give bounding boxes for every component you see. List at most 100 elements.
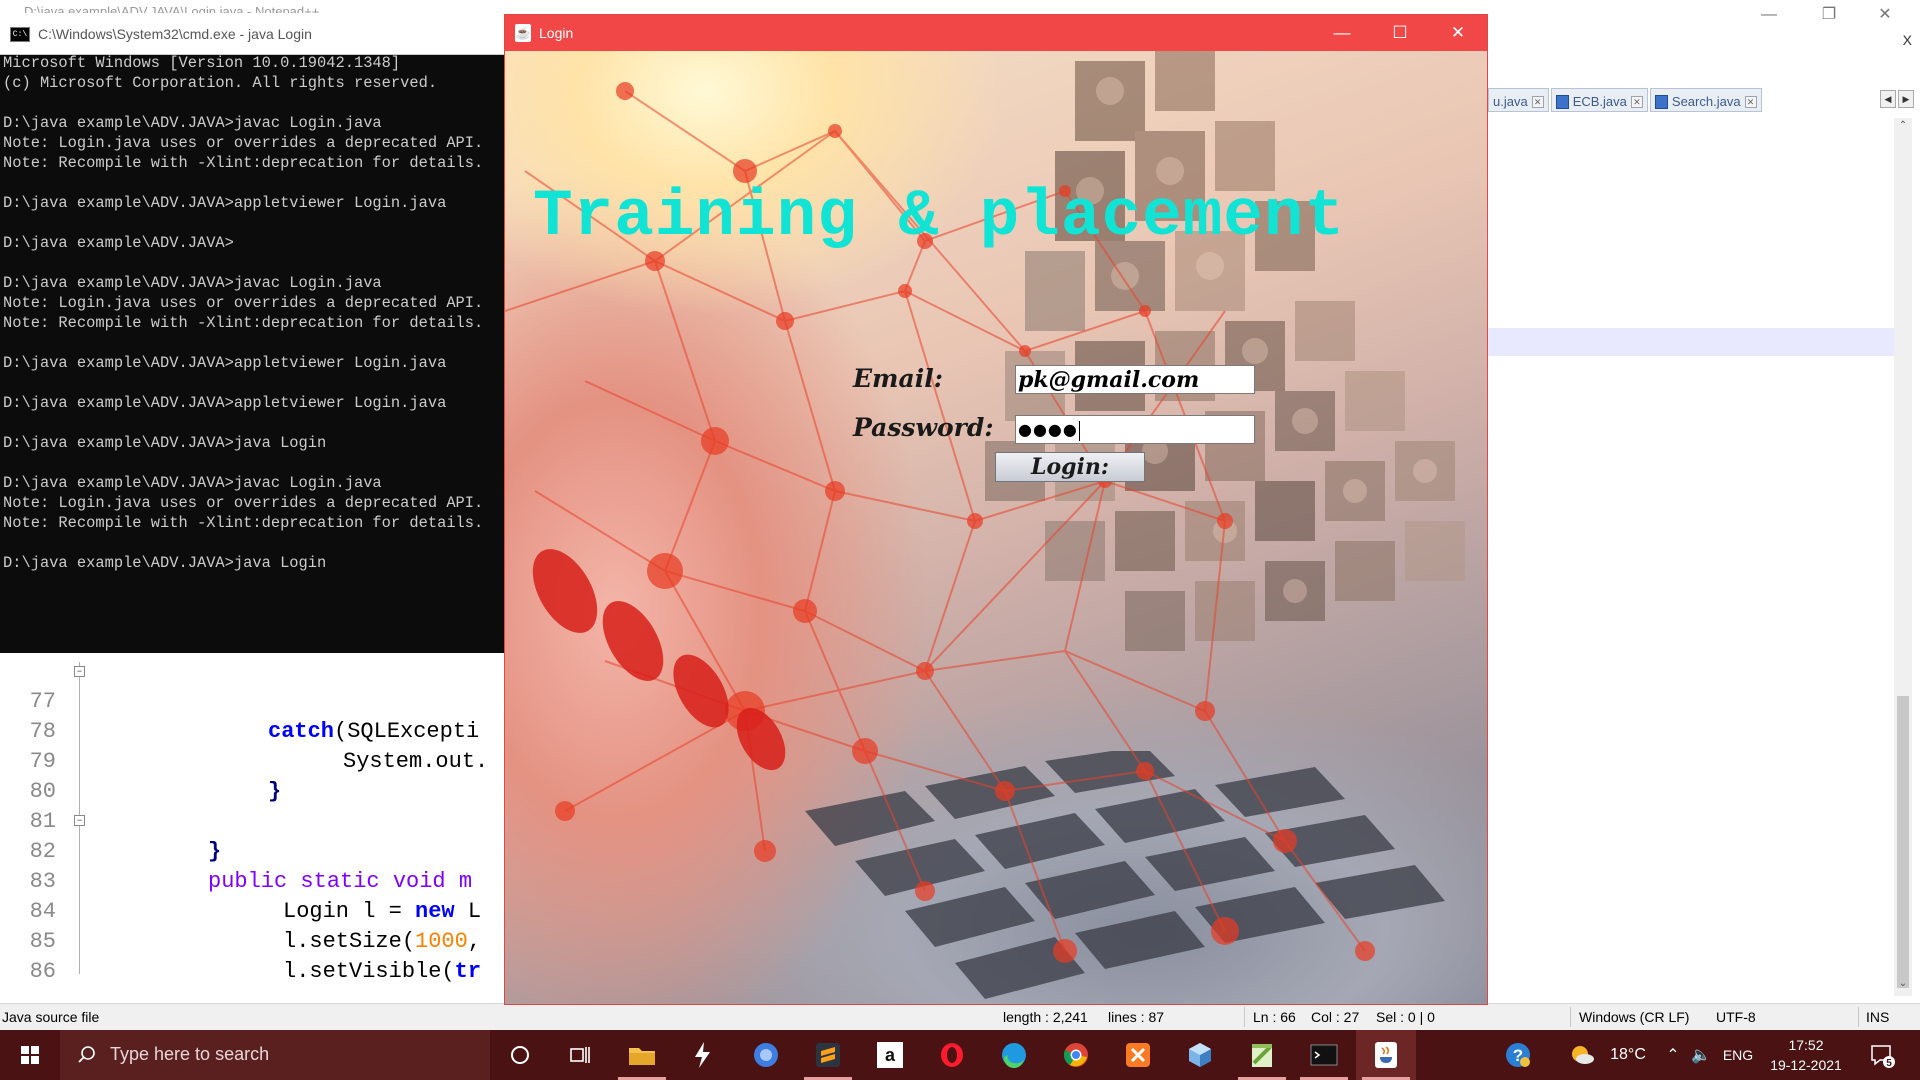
amazon-icon: a	[877, 1042, 903, 1068]
windows-taskbar: Type here to search a ? 18°C ⌃ 🔈 ENG 17:…	[0, 1030, 1920, 1080]
blue-circle-icon	[754, 1043, 778, 1067]
scroll-up-icon[interactable]: ⌃	[1896, 120, 1910, 134]
tab-label: ECB.java	[1572, 94, 1627, 109]
code-line: 79 }	[0, 717, 504, 804]
notepad-plus-plus-icon	[1252, 1044, 1272, 1067]
status-ln: Ln : 66	[1253, 1009, 1296, 1025]
chrome-button[interactable]	[1046, 1030, 1106, 1080]
maximize-icon[interactable]: ☐	[1371, 15, 1429, 51]
notepad-plus-plus-button[interactable]	[1232, 1030, 1292, 1080]
java-app-button[interactable]	[1356, 1030, 1416, 1080]
tab-label: u.java	[1493, 94, 1528, 109]
task-view-button[interactable]	[550, 1030, 610, 1080]
status-eol: Windows (CR LF)	[1579, 1009, 1690, 1025]
text-caret	[1078, 420, 1080, 441]
close-icon[interactable]: ✕	[1429, 15, 1487, 51]
file-explorer-button[interactable]	[612, 1030, 672, 1080]
tab-scroll-buttons: ◀ ▶	[1880, 90, 1914, 108]
restore-icon[interactable]: ❐	[1804, 2, 1854, 28]
status-encoding: UTF-8	[1716, 1009, 1756, 1025]
app-lightning-button[interactable]	[672, 1030, 732, 1080]
cmd-output-line	[3, 93, 503, 113]
password-field[interactable]: ●●●●	[1015, 415, 1255, 444]
status-insert-mode: INS	[1866, 1009, 1890, 1025]
code-line: 83 Login l = new L	[0, 837, 504, 924]
xampp-icon	[1126, 1043, 1150, 1067]
fold-minus-icon[interactable]: −	[74, 666, 85, 677]
minimize-icon[interactable]: —	[1313, 15, 1371, 51]
close-tab-icon[interactable]: ✕	[1630, 95, 1643, 108]
input-language[interactable]: ENG	[1718, 1030, 1758, 1080]
chrome-icon	[1064, 1043, 1088, 1067]
app-blue-circle-button[interactable]	[736, 1030, 796, 1080]
cmd-output-line: Microsoft Windows [Version 10.0.19042.13…	[3, 54, 401, 72]
cmd-output-line: D:\java example\ADV.JAVA>java Login	[3, 554, 327, 572]
login-window: ☕ Login — ☐ ✕ Training & placement Email…	[504, 14, 1488, 1005]
xampp-button[interactable]	[1108, 1030, 1168, 1080]
cortana-button[interactable]	[490, 1030, 550, 1080]
temperature[interactable]: 18°C	[1600, 1030, 1656, 1080]
help-tray-button[interactable]: ?	[1498, 1030, 1538, 1080]
command-prompt-window[interactable]: C:\ C:\Windows\System32\cmd.exe - java L…	[0, 13, 504, 653]
code-line: 87 }	[0, 957, 504, 987]
status-bar: Java source file length : 2,241 lines : …	[0, 1003, 1920, 1030]
status-col: Col : 27	[1311, 1009, 1360, 1025]
circle-icon	[511, 1046, 529, 1064]
java-icon: ☕	[515, 24, 531, 42]
cmd-output-line: D:\java example\ADV.JAVA>javac Login.jav…	[3, 474, 382, 492]
cmd-output-line: Note: Login.java uses or overrides a dep…	[3, 494, 484, 512]
cmd-output-line	[3, 213, 503, 233]
app-sublime-button[interactable]	[798, 1030, 858, 1080]
minimize-icon[interactable]: —	[1744, 2, 1794, 28]
start-button[interactable]	[0, 1030, 60, 1080]
scroll-right-icon[interactable]: ▶	[1898, 90, 1914, 108]
document-tab-bar: u.java ✕ ECB.java ✕ Search.java ✕	[1488, 88, 1762, 114]
cube-icon	[1189, 1043, 1211, 1067]
cmd-output-line	[3, 253, 503, 273]
status-separator	[1244, 1007, 1245, 1027]
cmd-output-line	[3, 173, 503, 193]
tab-search-java[interactable]: Search.java ✕	[1649, 88, 1762, 112]
scroll-left-icon[interactable]: ◀	[1880, 90, 1896, 108]
command-prompt-button[interactable]	[1294, 1030, 1354, 1080]
login-window-title: Login	[539, 25, 574, 41]
clock[interactable]: 17:52 19-12-2021	[1756, 1035, 1856, 1075]
show-hidden-icons-chevron-icon[interactable]: ⌃	[1660, 1030, 1686, 1080]
login-button[interactable]: Login:	[995, 452, 1145, 482]
notification-center-button[interactable]: 5	[1862, 1030, 1902, 1080]
close-icon[interactable]: ✕	[1860, 2, 1910, 28]
code-line: 85 l.setVisible(tr	[0, 897, 504, 984]
amazon-letter: a	[885, 1045, 896, 1065]
volume-icon[interactable]: 🔈	[1688, 1030, 1714, 1080]
edge-icon	[1002, 1043, 1026, 1069]
password-label: Password:	[853, 413, 994, 442]
code-line: 80	[0, 747, 504, 804]
lightning-icon	[695, 1042, 710, 1068]
cmd-output-line: Note: Recompile with -Xlint:deprecation …	[3, 314, 484, 332]
close-tab-icon[interactable]: ✕	[1744, 95, 1757, 108]
tab-ecb-java[interactable]: ECB.java ✕	[1550, 88, 1648, 112]
cmd-output-line	[3, 333, 503, 353]
fold-minus-icon[interactable]: −	[74, 815, 85, 826]
cmd-output-line	[3, 533, 503, 553]
tab-u-java[interactable]: u.java ✕	[1488, 88, 1549, 112]
cmd-output: Microsoft Windows [Version 10.0.19042.13…	[3, 53, 503, 573]
app-cube-button[interactable]	[1170, 1030, 1230, 1080]
document-icon	[1555, 94, 1569, 109]
notification-count: 5	[1886, 1058, 1892, 1069]
app-heading: Training & placement	[533, 179, 1346, 254]
terminal-icon	[1310, 1044, 1338, 1066]
opera-button[interactable]	[922, 1030, 982, 1080]
cmd-output-line	[3, 453, 503, 473]
scrollbar-thumb[interactable]	[1897, 696, 1909, 988]
windows-logo-icon	[21, 1046, 39, 1064]
status-lines: lines : 87	[1108, 1009, 1165, 1025]
amazon-button[interactable]: a	[860, 1030, 920, 1080]
close-document-button[interactable]: X	[1903, 32, 1912, 48]
email-field[interactable]: pk@gmail.com	[1015, 365, 1255, 394]
current-line-highlight	[1488, 328, 1894, 356]
weather-tray-button[interactable]	[1562, 1030, 1602, 1080]
close-tab-icon[interactable]: ✕	[1531, 95, 1544, 108]
scroll-down-icon[interactable]: ⌄	[1896, 978, 1910, 992]
edge-button[interactable]	[984, 1030, 1044, 1080]
